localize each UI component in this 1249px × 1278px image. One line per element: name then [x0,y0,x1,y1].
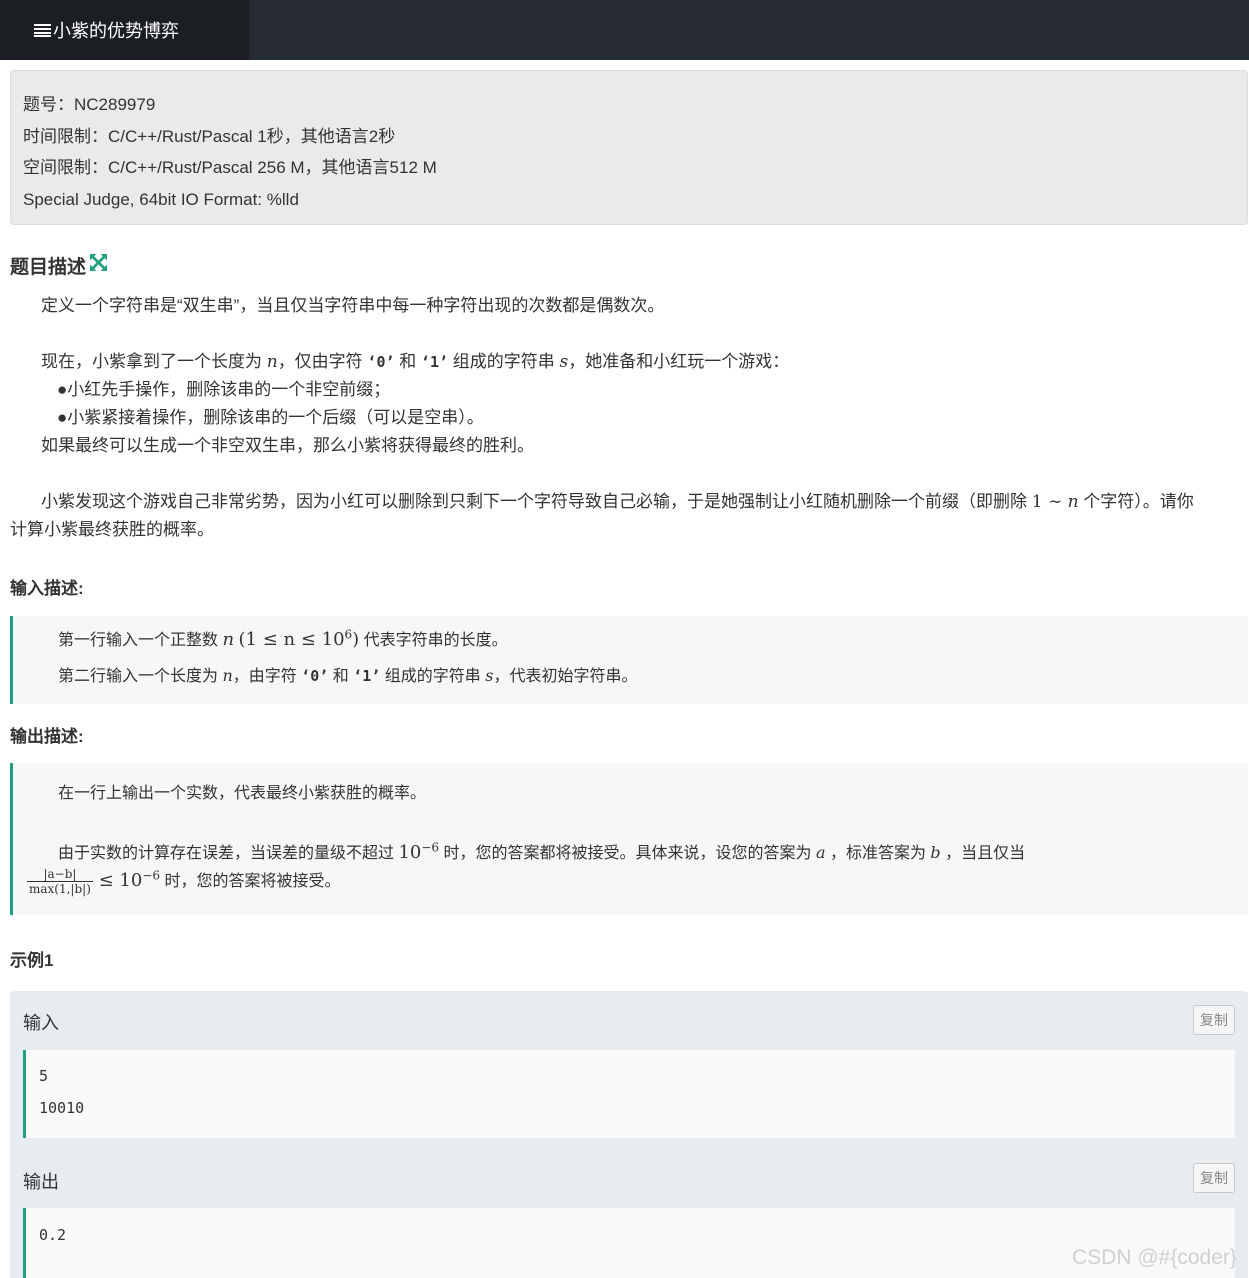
memory-limit: 空间限制：C/C++/Rust/Pascal 256 M，其他语言512 M [23,158,437,177]
code-line: 10010 [39,1099,85,1117]
sample-block: 输入 复制 5 10010 输出 复制 0.2 [10,991,1248,1278]
sample-output-label: 输出 [23,1172,59,1192]
output-line-3: |a−b| max(1,|b|) ≤ 10−6 时，您的答案将被接受。 [27,867,341,897]
description-paragraph-3: 如果最终可以生成一个非空双生串，那么小紫将获得最终的胜利。 [41,436,534,455]
watermark: CSDN @#{coder} [1072,1246,1237,1269]
description-paragraph-1: 定义一个字符串是“双生串”，当且仅当字符串中每一种字符出现的次数都是偶数次。 [41,296,665,315]
error-fraction: |a−b| max(1,|b|) [27,867,93,897]
output-heading: 输出描述: [10,727,84,746]
tab-title: 小紫的优势博弈 [53,21,179,41]
description-bullet-1: ●小红先手操作，删除该串的一个非空前缀； [57,380,391,399]
input-heading: 输入描述: [10,579,84,598]
code-line: 0.2 [39,1226,67,1244]
output-description-block: 在一行上输出一个实数，代表最终小紫获胜的概率。 由于实数的计算存在误差，当误差的… [10,763,1248,915]
input-line-1: 第一行输入一个正整数 n (1 ≤ n ≤ 106) 代表字符串的长度。 [58,627,508,650]
tab-problem[interactable]: 小紫的优势博弈 [0,0,249,60]
sample-output-code[interactable]: 0.2 [23,1208,1235,1278]
input-description-block: 第一行输入一个正整数 n (1 ≤ n ≤ 106) 代表字符串的长度。 第二行… [10,616,1248,704]
output-line-2: 由于实数的计算存在误差，当误差的量级不超过 10−6 时，您的答案都将被接受。具… [58,840,1026,863]
input-line-2: 第二行输入一个长度为 n，由字符 ‘0’ 和 ‘1’ 组成的字符串 s，代表初始… [58,666,638,685]
copy-input-button[interactable]: 复制 [1193,1005,1235,1035]
description-paragraph-2: 现在，小紫拿到了一个长度为 n，仅由字符 ‘0’ 和 ‘1’ 组成的字符串 s，… [41,352,790,372]
sample-input-code[interactable]: 5 10010 [23,1050,1235,1138]
description-heading: 题目描述 [10,252,108,279]
judge-info: Special Judge, 64bit IO Format: %lld [23,189,299,209]
sample-input-label: 输入 [23,1013,59,1033]
description-bullet-2: ●小紫紧接着操作，删除该串的一个后缀（可以是空串）。 [57,408,484,427]
top-bar: 小紫的优势博弈 [0,0,1249,60]
description-paragraph-4-cont: 计算小紫最终获胜的概率。 [10,520,214,539]
expand-icon[interactable] [90,254,108,277]
problem-id: 题号：NC289979 [23,95,156,114]
copy-output-button[interactable]: 复制 [1193,1163,1235,1193]
output-line-1: 在一行上输出一个实数，代表最终小紫获胜的概率。 [58,785,427,802]
problem-info-box: 题号：NC289979 时间限制：C/C++/Rust/Pascal 1秒，其他… [10,70,1248,225]
list-icon [34,23,51,37]
time-limit: 时间限制：C/C++/Rust/Pascal 1秒，其他语言2秒 [23,126,396,146]
description-paragraph-4: 小紫发现这个游戏自己非常劣势，因为小红可以删除到只剩下一个字符导致自己必输，于是… [41,492,1194,512]
sample-heading: 示例1 [10,951,54,970]
code-line: 5 [39,1067,49,1085]
